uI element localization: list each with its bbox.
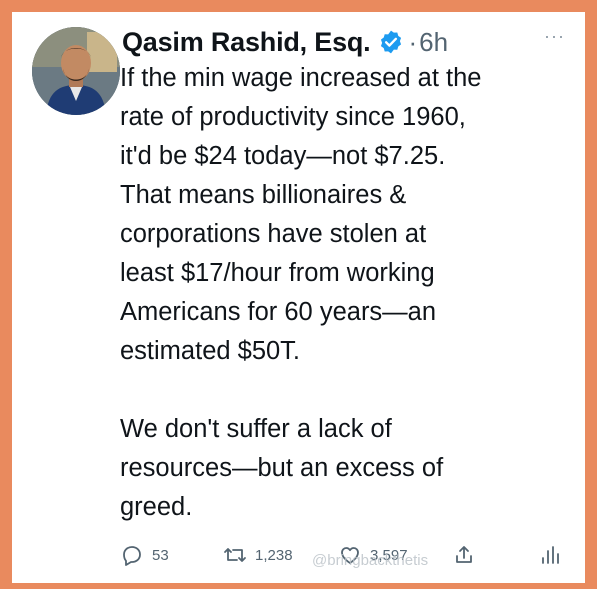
header-separator: · <box>408 26 418 57</box>
verified-badge-icon <box>381 30 402 54</box>
analytics-button[interactable] <box>538 539 562 571</box>
watermark-text: @bringbackthetis <box>312 552 429 569</box>
avatar[interactable] <box>32 27 120 115</box>
tweet-line: it'd be $24 today—not $7.25. <box>120 142 446 170</box>
reply-count: 53 <box>152 546 169 564</box>
tweet-line: greed. <box>120 493 193 521</box>
tweet-timestamp[interactable]: 6h <box>419 27 448 58</box>
tweet-line: least $17/hour from working <box>120 259 435 287</box>
tweet-line: resources—but an excess of <box>120 454 444 482</box>
share-button[interactable] <box>452 539 476 571</box>
tweet-line: Americans for 60 years—an <box>120 298 437 326</box>
more-options-button[interactable]: ··· <box>544 26 565 47</box>
tweet-text: If the min wage increased at the rate of… <box>120 59 580 527</box>
retweet-button[interactable]: 1,238 <box>223 539 293 571</box>
tweet-card: Qasim Rashid, Esq. · 6h ··· If the min w… <box>12 12 585 583</box>
avatar-image <box>32 27 120 115</box>
tweet-line: corporations have stolen at <box>120 220 427 248</box>
tweet-line: rate of productivity since 1960, <box>120 103 466 131</box>
reply-icon <box>123 546 141 566</box>
author-name[interactable]: Qasim Rashid, Esq. <box>122 27 371 58</box>
retweet-count: 1,238 <box>255 546 293 564</box>
tweet-line: estimated $50T. <box>120 337 301 365</box>
analytics-icon <box>542 546 559 564</box>
tweet-header: Qasim Rashid, Esq. · 6h ··· <box>122 22 565 62</box>
tweet-line: That means billionaires & <box>120 181 407 209</box>
reply-button[interactable]: 53 <box>120 539 169 571</box>
share-icon <box>456 546 472 563</box>
tweet-line: If the min wage increased at the <box>120 64 482 92</box>
retweet-icon <box>224 548 246 562</box>
tweet-line: We don't suffer a lack of <box>120 415 392 443</box>
